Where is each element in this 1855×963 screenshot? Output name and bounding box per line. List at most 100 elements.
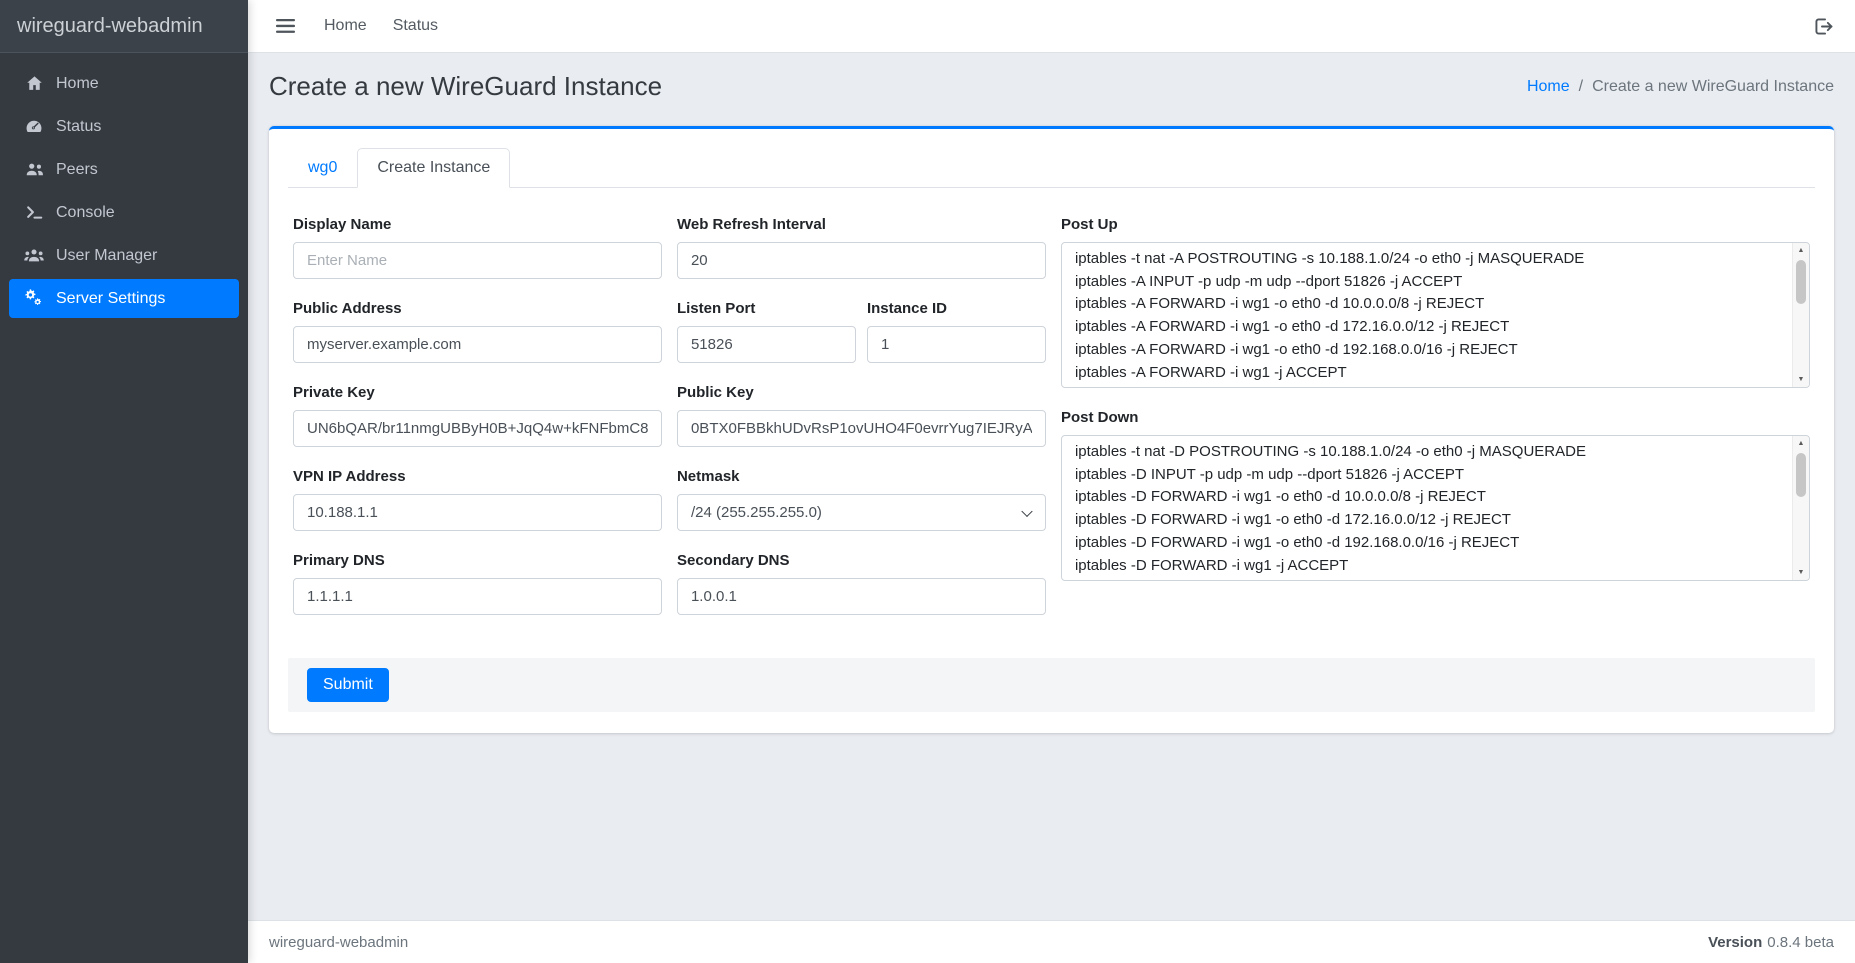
public-key-label: Public Key [677, 384, 1046, 401]
form-column-left: Display Name Public Address Private Key [293, 216, 662, 636]
sidebar-item-label: Console [56, 204, 115, 222]
display-name-input[interactable] [293, 242, 662, 279]
listen-port-input[interactable] [677, 326, 856, 363]
sidebar-nav: Home Status Peers Console [0, 53, 248, 329]
private-key-group: Private Key [293, 384, 662, 447]
public-key-group: Public Key [677, 384, 1046, 447]
brand-link[interactable]: wireguard-webadmin [0, 0, 248, 53]
users-icon [21, 246, 47, 265]
post-down-textarea[interactable]: iptables -t nat -D POSTROUTING -s 10.188… [1061, 435, 1810, 581]
tab-create-instance[interactable]: Create Instance [357, 148, 510, 188]
vpn-ip-group: VPN IP Address [293, 468, 662, 531]
netmask-label: Netmask [677, 468, 1046, 485]
post-up-text: iptables -t nat -A POSTROUTING -s 10.188… [1062, 243, 1809, 387]
vpn-ip-label: VPN IP Address [293, 468, 662, 485]
scroll-up-arrow-icon[interactable]: ▲ [1793, 436, 1809, 451]
home-icon [21, 74, 47, 93]
gears-icon [21, 289, 47, 308]
instance-card-body: wg0 Create Instance Display Name [269, 129, 1834, 733]
app-root: wireguard-webadmin Home Status Peers [0, 0, 1855, 963]
breadcrumb-current: Create a new WireGuard Instance [1592, 78, 1834, 96]
primary-dns-group: Primary DNS [293, 552, 662, 615]
sidebar: wireguard-webadmin Home Status Peers [0, 0, 248, 963]
post-down-scrollbar[interactable]: ▲ ▼ [1792, 436, 1809, 580]
sidebar-item-label: Server Settings [56, 290, 165, 308]
logout-button[interactable] [1811, 11, 1836, 42]
instance-tabs: wg0 Create Instance [288, 148, 1815, 188]
public-address-label: Public Address [293, 300, 662, 317]
instance-form: Display Name Public Address Private Key [288, 188, 1815, 636]
hamburger-icon [276, 18, 295, 34]
private-key-label: Private Key [293, 384, 662, 401]
instance-id-input[interactable] [867, 326, 1046, 363]
instance-card: wg0 Create Instance Display Name [269, 126, 1834, 733]
main-area: Home Status Create a new WireGuard Insta… [248, 0, 1855, 963]
netmask-select-wrap: /24 (255.255.255.0) [677, 494, 1046, 531]
private-key-input[interactable] [293, 410, 662, 447]
listen-port-label: Listen Port [677, 300, 856, 317]
public-address-input[interactable] [293, 326, 662, 363]
footer-version-value: 0.8.4 beta [1767, 934, 1834, 951]
content-wrapper: Create a new WireGuard Instance Home / C… [248, 53, 1855, 920]
post-up-group: Post Up iptables -t nat -A POSTROUTING -… [1061, 216, 1810, 388]
sidebar-item-label: Home [56, 75, 99, 93]
form-actions: Submit [288, 658, 1815, 712]
navbar-link-home[interactable]: Home [311, 9, 380, 43]
sidebar-item-peers[interactable]: Peers [9, 150, 239, 189]
web-refresh-input[interactable] [677, 242, 1046, 279]
scrollbar-thumb[interactable] [1796, 260, 1806, 304]
scrollbar-track[interactable] [1793, 258, 1809, 372]
scroll-down-arrow-icon[interactable]: ▼ [1793, 372, 1809, 387]
post-up-scrollbar[interactable]: ▲ ▼ [1792, 243, 1809, 387]
vpn-ip-input[interactable] [293, 494, 662, 531]
breadcrumb-home-link[interactable]: Home [1527, 78, 1570, 96]
public-address-group: Public Address [293, 300, 662, 363]
netmask-group: Netmask /24 (255.255.255.0) [677, 468, 1046, 531]
sidebar-item-server-settings[interactable]: Server Settings [9, 279, 239, 318]
form-grid: Display Name Public Address Private Key [293, 216, 1810, 636]
sidebar-item-home[interactable]: Home [9, 64, 239, 103]
page-title: Create a new WireGuard Instance [269, 71, 662, 102]
post-down-group: Post Down iptables -t nat -D POSTROUTING… [1061, 409, 1810, 581]
display-name-label: Display Name [293, 216, 662, 233]
scrollbar-track[interactable] [1793, 451, 1809, 565]
primary-dns-label: Primary DNS [293, 552, 662, 569]
submit-button[interactable]: Submit [307, 668, 389, 702]
navbar-link-status[interactable]: Status [380, 9, 451, 43]
scroll-up-arrow-icon[interactable]: ▲ [1793, 243, 1809, 258]
display-name-group: Display Name [293, 216, 662, 279]
tab-wg0[interactable]: wg0 [288, 148, 357, 188]
sidebar-item-console[interactable]: Console [9, 193, 239, 232]
form-column-right: Post Up iptables -t nat -A POSTROUTING -… [1061, 216, 1810, 636]
content-header: Create a new WireGuard Instance Home / C… [248, 53, 1855, 126]
post-down-text: iptables -t nat -D POSTROUTING -s 10.188… [1062, 436, 1809, 580]
primary-dns-input[interactable] [293, 578, 662, 615]
sidebar-item-label: Peers [56, 161, 98, 179]
post-up-label: Post Up [1061, 216, 1810, 233]
scroll-down-arrow-icon[interactable]: ▼ [1793, 565, 1809, 580]
peers-icon [21, 160, 47, 179]
sidebar-item-label: User Manager [56, 247, 157, 265]
secondary-dns-input[interactable] [677, 578, 1046, 615]
terminal-icon [21, 203, 47, 222]
top-navbar: Home Status [248, 0, 1855, 53]
page-footer: wireguard-webadmin Version0.8.4 beta [248, 920, 1855, 963]
listen-port-group: Listen Port [677, 300, 856, 363]
instance-id-group: Instance ID [867, 300, 1046, 363]
scrollbar-thumb[interactable] [1796, 453, 1806, 497]
public-key-input[interactable] [677, 410, 1046, 447]
breadcrumb: Home / Create a new WireGuard Instance [1527, 78, 1834, 96]
sidebar-item-status[interactable]: Status [9, 107, 239, 146]
sidebar-item-user-manager[interactable]: User Manager [9, 236, 239, 275]
post-up-textarea[interactable]: iptables -t nat -A POSTROUTING -s 10.188… [1061, 242, 1810, 388]
netmask-select[interactable]: /24 (255.255.255.0) [677, 494, 1046, 531]
instance-id-label: Instance ID [867, 300, 1046, 317]
web-refresh-group: Web Refresh Interval [677, 216, 1046, 279]
sign-out-icon [1813, 17, 1834, 36]
form-column-middle: Web Refresh Interval Listen Port [677, 216, 1046, 636]
sidebar-toggle-button[interactable] [267, 12, 304, 40]
footer-version-label: Version [1708, 934, 1762, 951]
footer-version: Version 0.8.4 beta [1708, 934, 1834, 951]
breadcrumb-separator: / [1579, 78, 1583, 96]
port-id-row: Listen Port Instance ID [677, 300, 1046, 363]
